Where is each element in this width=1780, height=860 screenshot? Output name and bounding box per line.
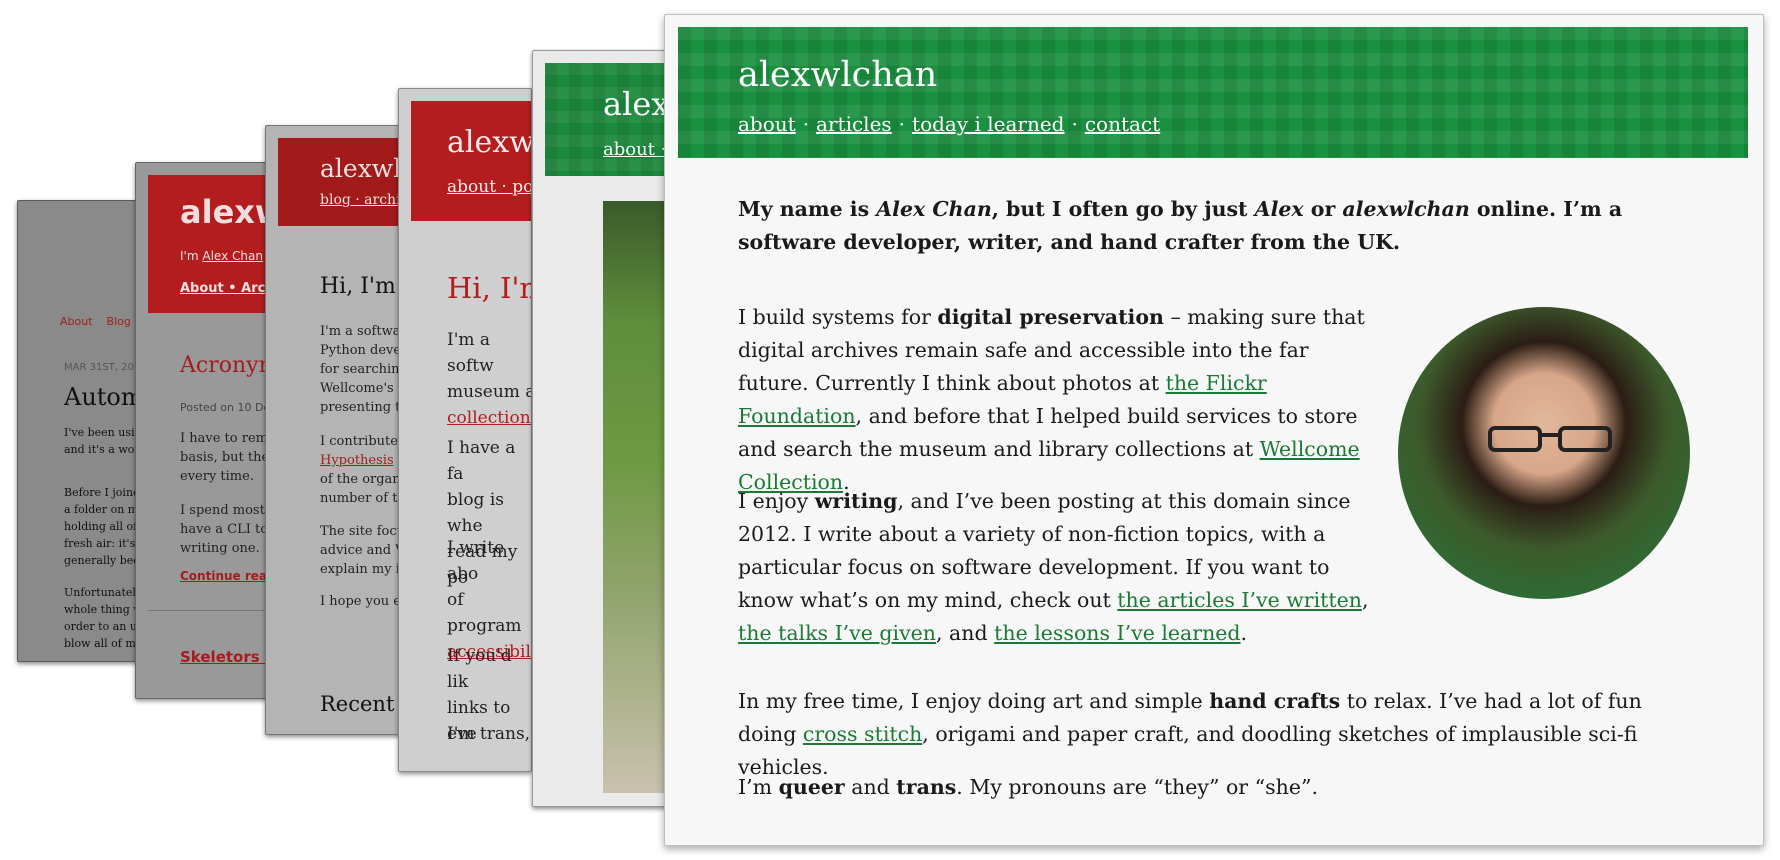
card2-continue-link[interactable]: Continue reac bbox=[180, 569, 274, 583]
line: I'm a softw bbox=[447, 330, 494, 376]
text: , bbox=[1361, 588, 1369, 612]
line: I have a fa bbox=[447, 438, 516, 484]
pronouns-paragraph: I’m queer and trans. My pronouns are “th… bbox=[738, 771, 1698, 804]
line: number of ta bbox=[320, 491, 402, 506]
text: , and bbox=[936, 621, 995, 645]
line: presenting t bbox=[320, 400, 401, 415]
name: Alex Chan bbox=[876, 197, 992, 221]
card4-paragraph-5: I'm trans, bbox=[447, 724, 531, 744]
nav-contact[interactable]: contact bbox=[1085, 112, 1160, 136]
card3-heading-2: Recent p bbox=[320, 692, 401, 716]
writing-paragraph: I enjoy writing, and I’ve been posting a… bbox=[738, 485, 1378, 650]
text: or bbox=[1303, 197, 1343, 221]
card2-intro-prefix: I'm bbox=[180, 249, 199, 263]
card3-paragraph-3: The site focu advice and V explain my i bbox=[320, 522, 402, 579]
text: . bbox=[1240, 621, 1248, 645]
site-title[interactable]: alexwlchan bbox=[738, 55, 937, 95]
card4-heading: Hi, I'm bbox=[447, 271, 531, 305]
text: and bbox=[844, 775, 897, 799]
bold-text: queer bbox=[778, 775, 845, 799]
line: for searchin bbox=[320, 362, 400, 377]
card4-header bbox=[411, 101, 531, 221]
card5-brand[interactable]: alex bbox=[603, 85, 668, 123]
line: I contribute bbox=[320, 434, 398, 449]
line: explain my i bbox=[320, 562, 400, 577]
card1-nav-blog[interactable]: Blog bbox=[107, 315, 131, 328]
screenshot-card-5: alex about · bbox=[532, 50, 669, 807]
card3-nav[interactable]: blog · archiv bbox=[320, 192, 401, 208]
text: In my free time, I enjoy doing art and s… bbox=[738, 689, 1210, 713]
nav-separator: · bbox=[1071, 112, 1078, 136]
card4-paragraph-1: I'm a softw museum a collections bbox=[447, 327, 532, 431]
screenshot-card-4: alexwl about · pos Hi, I'm I'm a softw m… bbox=[398, 88, 532, 772]
line: The site focu bbox=[320, 524, 402, 539]
intro-paragraph: My name is Alex Chan, but I often go by … bbox=[738, 193, 1698, 259]
bold-text: hand crafts bbox=[1209, 689, 1341, 713]
card5-nav[interactable]: about · bbox=[603, 139, 666, 160]
card2-intro: I'm Alex Chan bbox=[180, 249, 263, 263]
text: . My pronouns are “they” or “she”. bbox=[956, 775, 1318, 799]
card2-heading-2[interactable]: Skeletors A bbox=[180, 648, 277, 666]
card1-nav-about[interactable]: About bbox=[60, 315, 93, 328]
collections-link[interactable]: collections bbox=[447, 405, 531, 431]
line: Wellcome's bbox=[320, 381, 394, 396]
line: I'm a softwa bbox=[320, 324, 401, 339]
nav-separator: · bbox=[898, 112, 906, 136]
card1-nav: About Blog bbox=[60, 315, 145, 328]
crafts-paragraph: In my free time, I enjoy doing art and s… bbox=[738, 685, 1698, 784]
card1-title: Autom bbox=[64, 383, 144, 411]
line: I write abo bbox=[447, 538, 505, 584]
articles-link[interactable]: the articles I’ve written bbox=[1117, 588, 1362, 612]
line: museum a bbox=[447, 382, 532, 402]
card3-brand[interactable]: alexwlc bbox=[320, 154, 401, 183]
card3-paragraph-4: I hope you e bbox=[320, 594, 401, 609]
cross-stitch-link[interactable]: cross stitch bbox=[803, 722, 922, 746]
line: blog is whe bbox=[447, 490, 505, 536]
line: of the organ bbox=[320, 472, 401, 487]
text: My name is bbox=[738, 197, 877, 221]
screenshot-card-3: alexwlc blog · archiv Hi, I'm A I'm a so… bbox=[265, 125, 402, 735]
card3-paragraph-1: I'm a softwa Python deve for searchin We… bbox=[320, 322, 402, 417]
bold-text: trans bbox=[896, 775, 957, 799]
card2-intro-link[interactable]: Alex Chan bbox=[202, 249, 263, 263]
bold-text: digital preservation bbox=[937, 305, 1164, 329]
text: , but I often go by just bbox=[991, 197, 1255, 221]
nav-separator: · bbox=[802, 112, 810, 136]
nickname: Alex bbox=[1254, 197, 1304, 221]
text: I enjoy bbox=[738, 489, 815, 513]
line: advice and V bbox=[320, 543, 402, 558]
portrait-photo bbox=[603, 201, 668, 793]
screenshot-card-current: alexwlchan about · articles · today i learne… bbox=[664, 14, 1764, 846]
nav-about[interactable]: about bbox=[738, 112, 796, 136]
text: I’m bbox=[738, 775, 779, 799]
bold-text: writing bbox=[814, 489, 898, 513]
line: of program bbox=[447, 590, 522, 636]
lessons-link[interactable]: the lessons I’ve learned bbox=[994, 621, 1240, 645]
preservation-paragraph: I build systems for digital preservation… bbox=[738, 301, 1378, 499]
card2-posted: Posted on 10 De bbox=[180, 401, 271, 414]
card3-paragraph-2: I contribute Hypothesis of the organ num… bbox=[320, 432, 402, 508]
card4-nav[interactable]: about · pos bbox=[447, 177, 531, 197]
nav-articles[interactable]: articles bbox=[816, 112, 892, 136]
text: I build systems for bbox=[738, 305, 938, 329]
card1-date: MAR 31ST, 201 bbox=[64, 362, 141, 373]
avatar bbox=[1398, 307, 1690, 599]
talks-link[interactable]: the talks I’ve given bbox=[738, 621, 936, 645]
card3-heading: Hi, I'm A bbox=[320, 274, 401, 299]
hypothesis-link[interactable]: Hypothesis bbox=[320, 451, 401, 470]
line: Python deve bbox=[320, 343, 402, 358]
handle: alexwlchan bbox=[1342, 197, 1470, 221]
card4-brand[interactable]: alexwl bbox=[447, 125, 531, 160]
site-nav: about · articles · today i learned · contact bbox=[738, 112, 1160, 136]
line: If you'd lik bbox=[447, 646, 512, 692]
glasses-icon bbox=[1488, 426, 1612, 452]
nav-til[interactable]: today i learned bbox=[912, 112, 1064, 136]
